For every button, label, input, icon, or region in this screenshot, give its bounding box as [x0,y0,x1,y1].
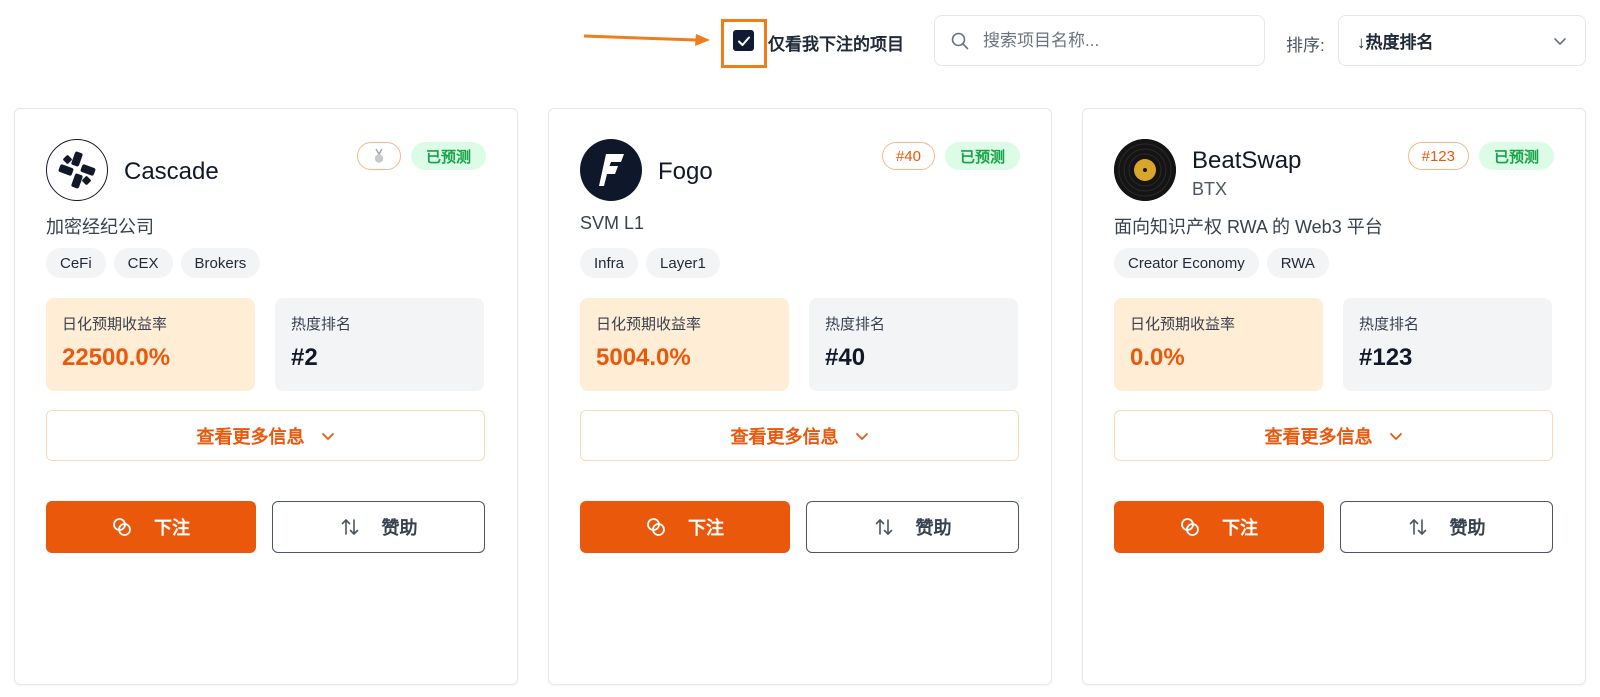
card-badges: 已预测 [356,142,486,170]
tag: Layer1 [646,248,720,278]
heat-rank-value: #40 [825,344,866,371]
chevron-down-icon [855,432,868,440]
sponsor-label: 赞助 [381,518,418,538]
show-more-label: 查看更多信息 [730,426,839,447]
heat-rank-stat: 热度排名 #40 [809,298,1018,391]
show-more-label: 查看更多信息 [196,426,305,447]
yield-stat: 日化预期收益率 0.0% [1114,298,1323,391]
swap-vertical-icon [875,519,892,535]
project-ticker: BTX [1192,179,1228,199]
show-more-button[interactable]: 查看更多信息 [46,410,485,461]
project-card: Cascade 已预测 加密经纪公司 CeFi CEX Brokers 日化预期… [14,108,518,685]
predicted-badge: 已预测 [410,142,486,170]
heat-rank-value: #123 [1359,344,1413,371]
bet-button[interactable]: 下注 [1114,501,1324,553]
heat-rank-stat: 热度排名 #2 [275,298,484,391]
project-description: 加密经纪公司 [46,217,154,237]
search-icon [951,32,969,49]
sponsor-button[interactable]: 赞助 [272,501,485,553]
sort-label: 排序: [1286,36,1325,55]
cascade-logo [46,139,108,201]
rank-badge [356,142,401,170]
tag: Brokers [180,248,261,278]
heat-rank-label: 热度排名 [1359,316,1420,333]
heat-rank-stat: 热度排名 #123 [1343,298,1552,391]
fogo-logo [580,139,642,201]
tag: CeFi [46,248,106,278]
annotation-arrow [584,34,710,46]
yield-stat: 日化预期收益率 22500.0% [46,298,255,391]
bet-label: 下注 [688,518,724,538]
chevron-down-icon [1389,432,1402,440]
swap-vertical-icon [1409,519,1426,535]
search-input[interactable] [983,30,1233,51]
chevron-down-icon [321,432,334,440]
sponsor-label: 赞助 [1449,518,1486,538]
rank-badge: #40 [881,142,935,170]
search-box[interactable] [934,15,1265,66]
predicted-badge: 已预测 [1478,142,1554,170]
bet-button[interactable]: 下注 [46,501,256,553]
project-card: Fogo #40 已预测 SVM L1 Infra Layer1 日化预期收益率… [548,108,1052,685]
card-badges: #40 已预测 [881,142,1020,170]
yield-value: 5004.0% [596,344,691,371]
sponsor-button[interactable]: 赞助 [806,501,1019,553]
card-badges: #123 已预测 [1407,142,1554,170]
yield-label: 日化预期收益率 [596,316,702,333]
my-bets-only-checkbox[interactable] [733,30,754,51]
sponsor-button[interactable]: 赞助 [1340,501,1553,553]
yield-label: 日化预期收益率 [62,316,168,333]
project-card: BeatSwap BTX #123 已预测 面向知识产权 RWA 的 Web3 … [1082,108,1586,685]
bet-label: 下注 [154,518,190,538]
project-name: Fogo [658,158,713,185]
bet-button[interactable]: 下注 [580,501,790,553]
coins-icon [647,518,665,536]
check-icon [737,36,750,46]
medal-icon [374,148,384,163]
project-description: 面向知识产权 RWA 的 Web3 平台 [1114,217,1383,237]
sponsor-label: 赞助 [915,518,952,538]
show-more-label: 查看更多信息 [1264,426,1373,447]
rank-badge: #123 [1407,142,1469,170]
heat-rank-value: #2 [291,344,318,371]
chevron-down-icon [1554,37,1566,45]
vinyl-record-logo [1114,139,1176,201]
tag-list: Creator Economy RWA [1114,248,1329,278]
swap-vertical-icon [341,519,358,535]
heat-rank-label: 热度排名 [291,316,352,333]
coins-icon [113,518,131,536]
sort-select[interactable]: ↓热度排名 [1338,15,1586,66]
tag: Creator Economy [1114,248,1259,278]
project-description: SVM L1 [580,213,645,233]
yield-stat: 日化预期收益率 5004.0% [580,298,789,391]
show-more-button[interactable]: 查看更多信息 [580,410,1019,461]
yield-value: 22500.0% [62,344,171,371]
my-bets-only-label[interactable]: 仅看我下注的项目 [768,30,904,55]
yield-label: 日化预期收益率 [1130,316,1236,333]
coins-icon [1181,518,1199,536]
tag: CEX [113,248,173,278]
heat-rank-label: 热度排名 [825,316,886,333]
tag: Infra [580,248,639,278]
predicted-badge: 已预测 [944,142,1020,170]
bet-label: 下注 [1222,518,1258,538]
show-more-button[interactable]: 查看更多信息 [1114,410,1553,461]
project-name: Cascade [124,158,219,185]
tag-list: Infra Layer1 [580,248,720,278]
tag-list: CeFi CEX Brokers [46,248,261,278]
project-name: BeatSwap [1192,147,1302,174]
sort-select-value: ↓热度排名 [1357,33,1434,52]
yield-value: 0.0% [1130,344,1185,371]
tag: RWA [1266,248,1329,278]
